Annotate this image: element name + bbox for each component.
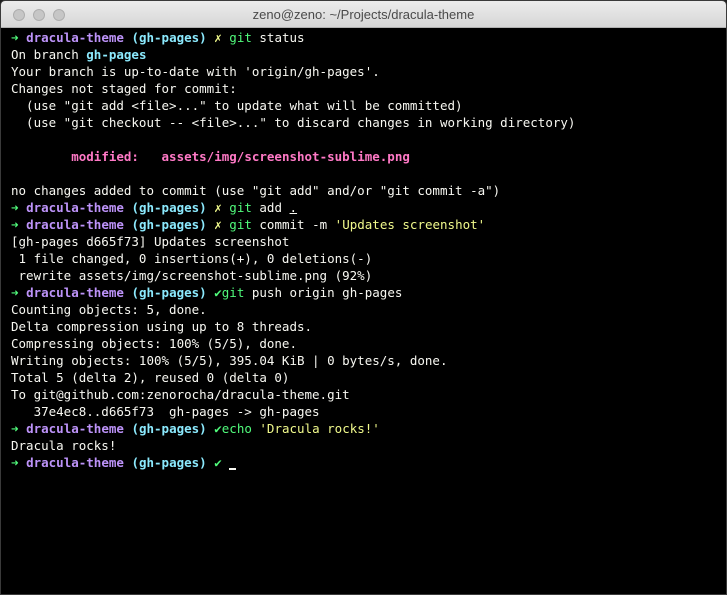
prompt-directory: dracula-theme — [26, 455, 124, 470]
prompt-directory: dracula-theme — [26, 285, 124, 300]
branch-name: gh-pages — [86, 47, 147, 62]
prompt-branch: (gh-pages) — [131, 285, 207, 300]
prompt-branch: (gh-pages) — [131, 200, 207, 215]
modified-file: assets/img/screenshot-sublime.png — [161, 149, 410, 164]
output-line: (use "git checkout -- <file>..." to disc… — [11, 115, 576, 130]
prompt-line: ➜ dracula-theme (gh-pages) ✗ git status — [11, 29, 716, 46]
output-line: no changes added to commit (use "git add… — [11, 183, 501, 198]
command-name: git — [221, 285, 245, 300]
output-line: Dracula rocks! — [11, 438, 117, 453]
prompt-fail-mark-icon: ✗ — [214, 217, 222, 232]
prompt-arrow-icon: ➜ — [11, 285, 19, 300]
prompt-directory: dracula-theme — [26, 200, 124, 215]
output-line: rewrite assets/img/screenshot-sublime.pn… — [11, 268, 373, 283]
prompt-branch: (gh-pages) — [131, 217, 207, 232]
output-line: Your branch is up-to-date with 'origin/g… — [11, 64, 380, 79]
terminal-output[interactable]: ➜ dracula-theme (gh-pages) ✗ git status … — [1, 28, 726, 594]
prompt-arrow-icon: ➜ — [11, 217, 19, 232]
command-args: status — [259, 30, 305, 45]
output-line: Changes not staged for commit: — [11, 81, 237, 96]
command-name: git — [229, 217, 252, 232]
prompt-fail-mark-icon: ✗ — [214, 200, 222, 215]
prompt-arrow-icon: ➜ — [11, 200, 19, 215]
prompt-ok-mark-icon: ✔ — [214, 285, 222, 300]
command-args: 'Dracula rocks!' — [259, 421, 380, 436]
text-cursor[interactable] — [229, 468, 237, 470]
prompt-ok-mark-icon: ✔ — [214, 455, 222, 470]
prompt-directory: dracula-theme — [26, 30, 124, 45]
output-line: 37e4ec8..d665f73 gh-pages -> gh-pages — [11, 404, 320, 419]
command-name: git — [229, 200, 252, 215]
command-args: add — [259, 200, 282, 215]
prompt-arrow-icon: ➜ — [11, 421, 19, 436]
command-name: git — [229, 30, 252, 45]
prompt-branch: (gh-pages) — [131, 421, 207, 436]
output-line: [gh-pages d665f73] Updates screenshot — [11, 234, 290, 249]
output-line: 1 file changed, 0 insertions(+), 0 delet… — [11, 251, 373, 266]
output-line: Delta compression using up to 8 threads. — [11, 319, 313, 334]
prompt-line: ➜ dracula-theme (gh-pages) ✗ git add . — [11, 199, 716, 216]
prompt-line: ➜ dracula-theme (gh-pages) ✔git push ori… — [11, 284, 716, 301]
prompt-ok-mark-icon: ✔ — [214, 421, 222, 436]
output-line: On branch gh-pages — [11, 46, 716, 63]
command-target: . — [289, 200, 298, 215]
output-line: Counting objects: 5, done. — [11, 302, 207, 317]
command-args: commit -m — [259, 217, 328, 232]
prompt-line-active[interactable]: ➜ dracula-theme (gh-pages) ✔ — [11, 454, 716, 471]
output-line: Total 5 (delta 2), reused 0 (delta 0) — [11, 370, 290, 385]
prompt-directory: dracula-theme — [26, 217, 124, 232]
prompt-line: ➜ dracula-theme (gh-pages) ✗ git commit … — [11, 216, 716, 233]
output-line: Writing objects: 100% (5/5), 395.04 KiB … — [11, 353, 448, 368]
prompt-branch: (gh-pages) — [131, 455, 207, 470]
prompt-arrow-icon: ➜ — [11, 30, 19, 45]
title-bar[interactable]: zeno@zeno: ~/Projects/dracula-theme — [1, 1, 726, 28]
command-args: push origin gh-pages — [251, 285, 403, 300]
command-name: echo — [221, 421, 252, 436]
window-title: zeno@zeno: ~/Projects/dracula-theme — [252, 7, 475, 22]
modified-file-line: modified: assets/img/screenshot-sublime.… — [11, 148, 716, 165]
terminal-window: zeno@zeno: ~/Projects/dracula-theme ➜ dr… — [0, 0, 727, 595]
commit-message: 'Updates screenshot' — [334, 217, 486, 232]
prompt-line: ➜ dracula-theme (gh-pages) ✔echo 'Dracul… — [11, 420, 716, 437]
prompt-branch: (gh-pages) — [131, 30, 207, 45]
prompt-arrow-icon: ➜ — [11, 455, 19, 470]
prompt-fail-mark-icon: ✗ — [214, 30, 222, 45]
modified-label: modified: — [71, 149, 139, 164]
output-line: Compressing objects: 100% (5/5), done. — [11, 336, 297, 351]
output-line: To git@github.com:zenorocha/dracula-them… — [11, 387, 350, 402]
prompt-directory: dracula-theme — [26, 421, 124, 436]
output-line: (use "git add <file>..." to update what … — [11, 98, 463, 113]
output-text: On branch — [11, 47, 87, 62]
